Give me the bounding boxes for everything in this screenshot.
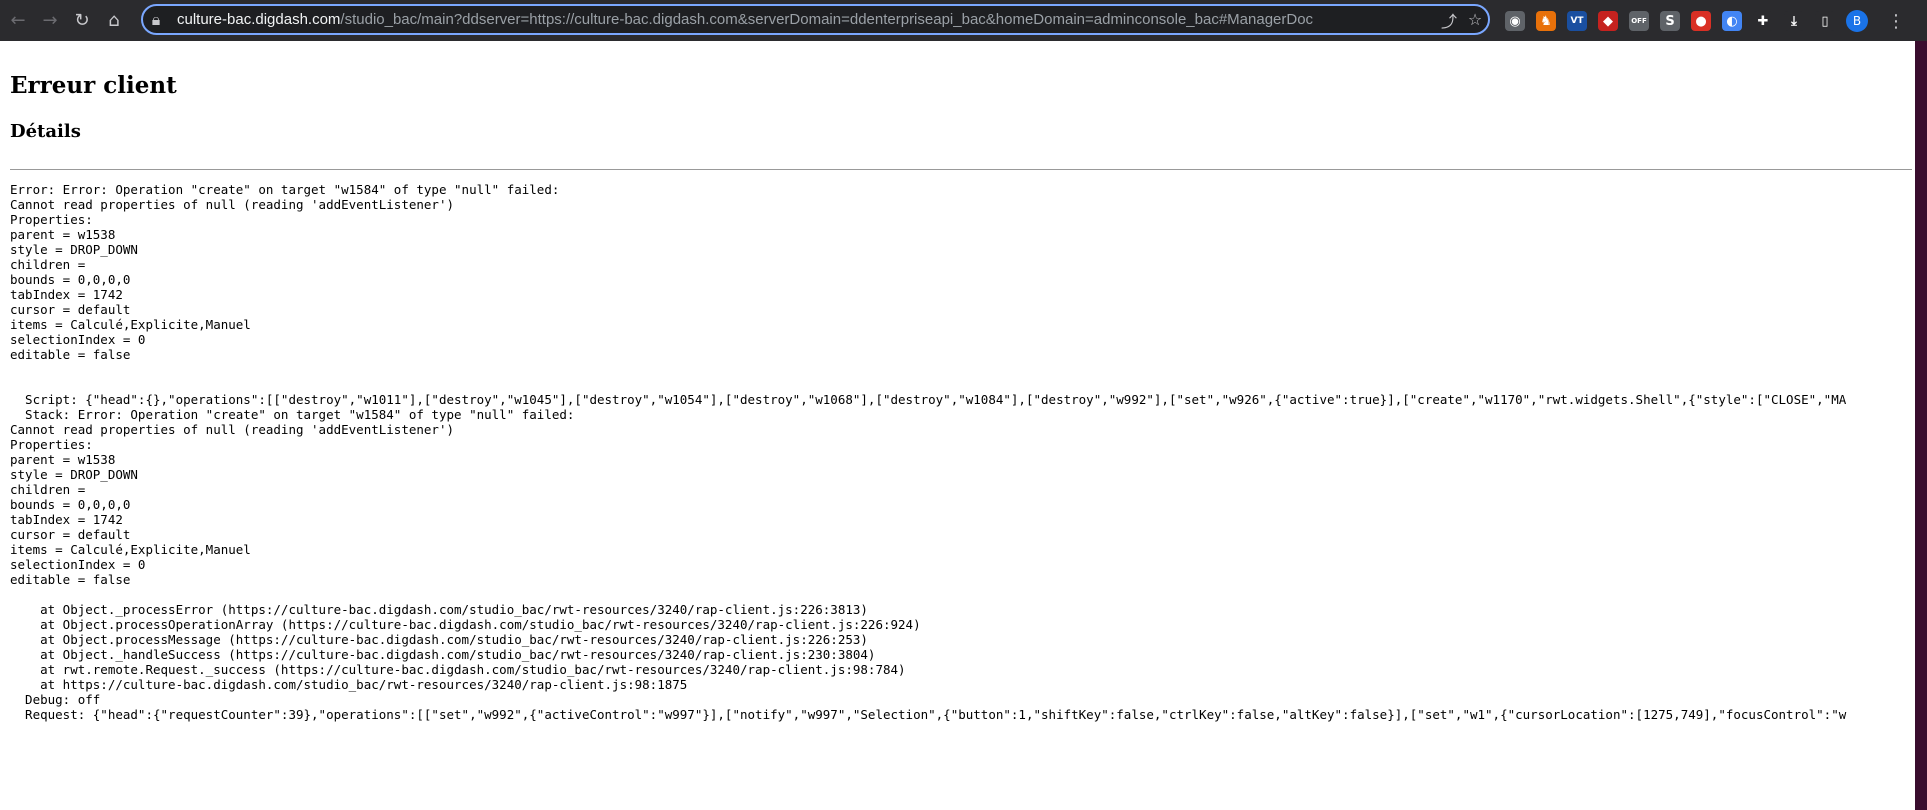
profile-avatar[interactable]: B	[1846, 10, 1868, 32]
error-page: Erreur client Détails Error: Error: Oper…	[10, 41, 1915, 722]
divider	[10, 169, 1912, 170]
details-heading: Détails	[10, 121, 81, 142]
off-extension-icon[interactable]: OFF	[1629, 11, 1649, 31]
back-arrow-icon[interactable]: ←	[4, 7, 32, 35]
fox-extension-icon[interactable]: ♞	[1536, 11, 1556, 31]
shield-extension-icon[interactable]: ◆	[1598, 11, 1618, 31]
page-title: Erreur client	[10, 72, 177, 99]
address-bar[interactable]: 🔒︎ culture-bac.digdash.com/studio_bac/ma…	[141, 4, 1490, 35]
browser-menu-icon[interactable]: ⋮	[1882, 7, 1910, 35]
globe-extension-icon[interactable]: ◐	[1722, 11, 1742, 31]
url-path: /studio_bac/main?ddserver=https://cultur…	[340, 11, 1314, 28]
camera-extension-icon[interactable]: ◉	[1505, 11, 1525, 31]
home-icon[interactable]: ⌂	[100, 7, 128, 35]
sidebar-icon[interactable]: ▯	[1815, 11, 1835, 31]
url-host: culture-bac.digdash.com	[177, 11, 341, 28]
right-edge-strip	[1915, 41, 1927, 810]
reload-icon[interactable]: ↻	[68, 7, 96, 35]
extensions-area: ◉ ♞ VT ◆ OFF S ● ◐ ✚ ⤓ ▯ B ⋮	[1505, 8, 1910, 34]
browser-toolbar: ← → ↻ ⌂ 🔒︎ culture-bac.digdash.com/studi…	[0, 0, 1927, 41]
puzzle-extension-icon[interactable]: ✚	[1753, 11, 1773, 31]
error-details-text: Error: Error: Operation "create" on targ…	[10, 182, 1847, 722]
s-extension-icon[interactable]: S	[1660, 11, 1680, 31]
url-text[interactable]: culture-bac.digdash.com/studio_bac/main?…	[177, 11, 1436, 28]
vt-extension-icon[interactable]: VT	[1567, 11, 1587, 31]
download-icon[interactable]: ⤓	[1784, 11, 1804, 31]
lock-icon[interactable]: 🔒︎	[143, 10, 169, 30]
forward-arrow-icon[interactable]: →	[36, 7, 64, 35]
red-extension-icon[interactable]: ●	[1691, 11, 1711, 31]
share-icon[interactable]: ⤴	[1436, 8, 1462, 32]
bookmark-star-icon[interactable]: ☆	[1462, 10, 1488, 29]
